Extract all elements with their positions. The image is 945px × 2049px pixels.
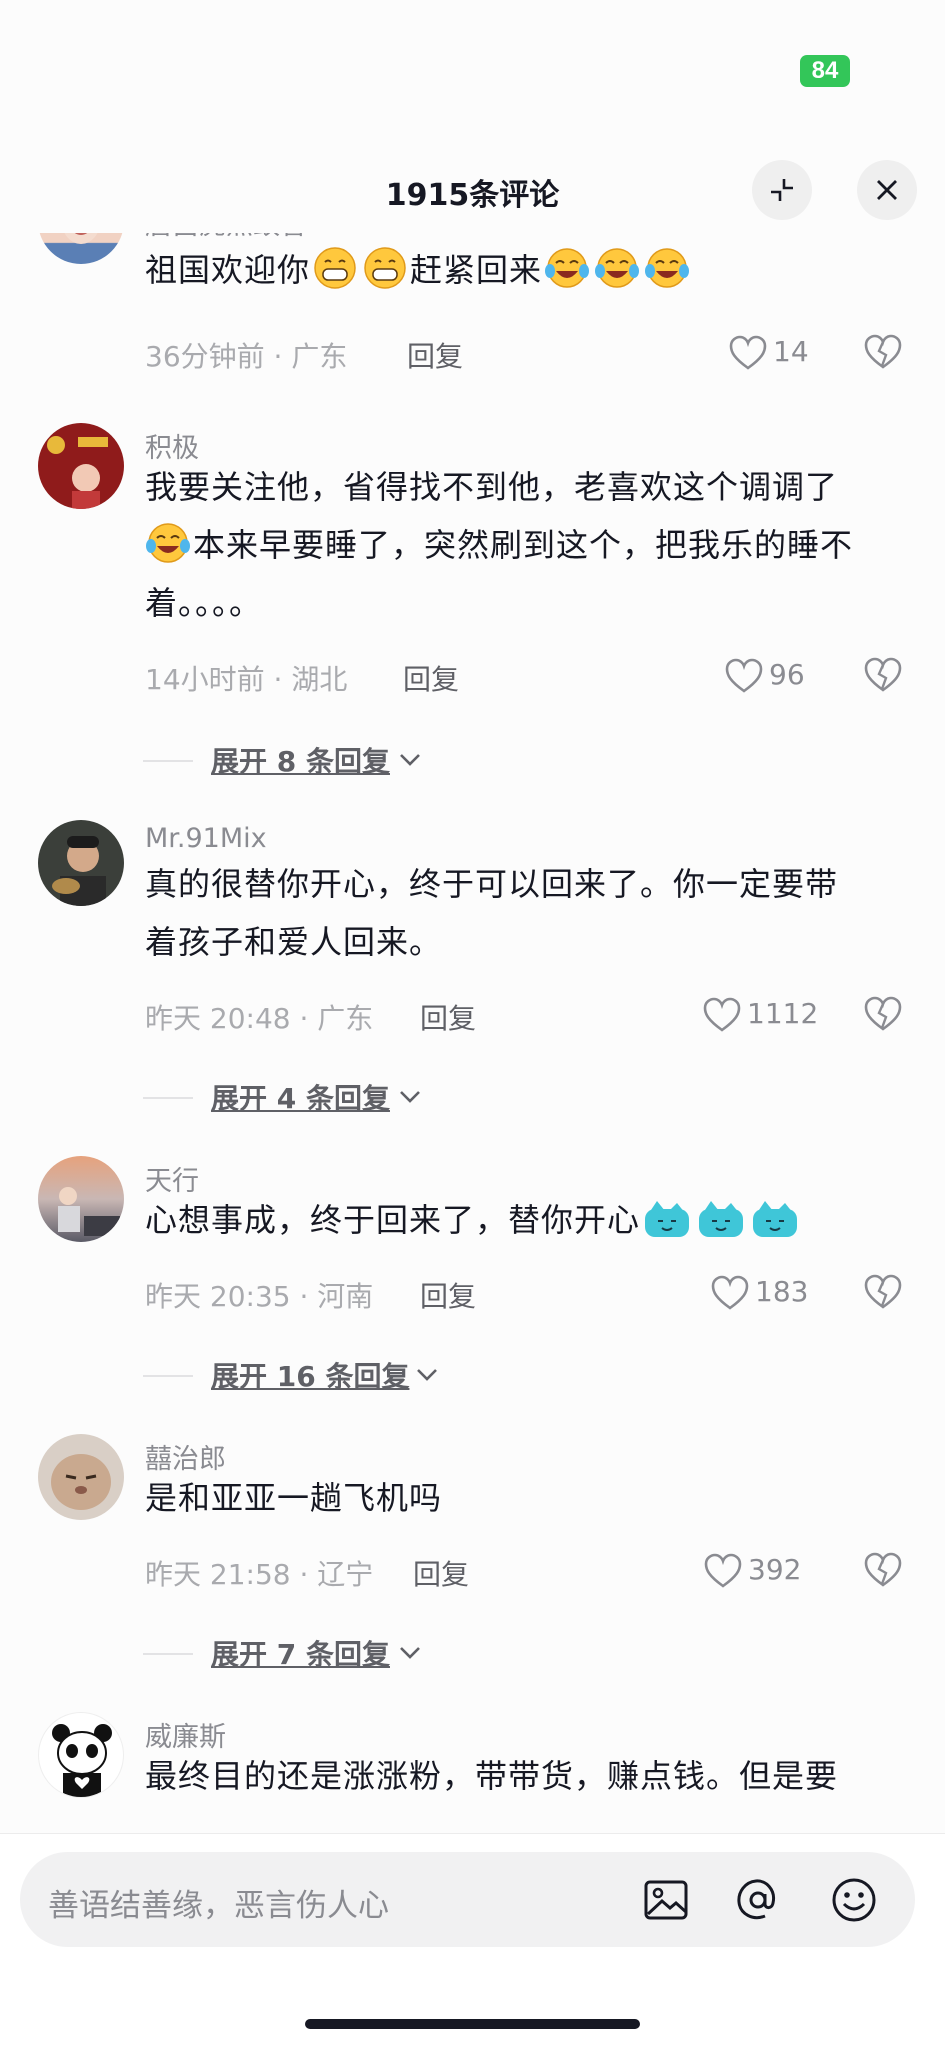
tears-of-joy-emoji-icon: [545, 248, 590, 288]
like-count: 1112: [747, 997, 819, 1030]
image-icon[interactable]: [640, 1874, 692, 1926]
expand-replies-button[interactable]: 展开 4 条回复: [143, 1077, 473, 1117]
heart-icon: [704, 1553, 742, 1588]
status-bar: 84: [0, 0, 945, 110]
chevron-down-icon: [400, 1091, 420, 1103]
like-button[interactable]: 183: [711, 1273, 821, 1313]
comment-input[interactable]: 善语结善缘，恶言伤人心: [20, 1852, 915, 1947]
comment-text-line: 本来早要睡了，突然刷到这个，把我乐的睡不: [145, 516, 905, 574]
tears-of-joy-emoji-icon: [146, 523, 190, 563]
avatar[interactable]: [38, 1712, 124, 1798]
broken-heart-icon[interactable]: [864, 333, 902, 371]
reply-button[interactable]: 回复: [403, 658, 459, 698]
comment-input-bar: 善语结善缘，恶言伤人心: [0, 1833, 945, 2049]
heart-icon: [725, 658, 763, 693]
comment-text-line: 着。。。。: [145, 584, 263, 622]
comment-text-part: 祖国欢迎你: [145, 251, 311, 289]
at-icon[interactable]: [732, 1874, 784, 1926]
comment-text: 最终目的还是涨涨粉，带带货，赚点钱。但是要: [145, 1747, 905, 1805]
comment-meta: 14小时前 · 湖北: [145, 663, 348, 696]
reply-button[interactable]: 回复: [413, 1553, 469, 1593]
like-count: 392: [748, 1553, 802, 1586]
like-button[interactable]: 14: [729, 333, 829, 373]
expand-replies-button[interactable]: 展开 7 条回复: [143, 1633, 473, 1673]
comment-meta: 昨天 21:58 · 辽宁: [145, 1558, 374, 1591]
avatar[interactable]: [38, 423, 124, 509]
grin-emoji-icon: [314, 247, 356, 289]
comment-text-line: 是和亚亚一趟飞机吗: [145, 1479, 443, 1517]
like-button[interactable]: 1112: [703, 995, 833, 1035]
collapse-icon: [771, 179, 793, 201]
tears-of-joy-emoji-icon: [645, 248, 690, 288]
collapse-button[interactable]: [752, 160, 812, 220]
expand-replies-label: 展开 8 条回复: [211, 745, 390, 778]
grin-emoji-icon: [364, 247, 406, 289]
chevron-down-icon: [400, 754, 420, 766]
battery-indicator: 84: [800, 55, 850, 87]
comment-text: 我要关注他，省得找不到他，老喜欢这个调调了 本来早要睡了，突然刷到这个，把我乐的…: [145, 458, 905, 632]
comment-meta: 36分钟前 · 广东: [145, 340, 348, 373]
divider: [143, 760, 193, 762]
reply-button[interactable]: 回复: [420, 997, 476, 1037]
comment-text-line: 我要关注他，省得找不到他，老喜欢这个调调了: [145, 468, 839, 506]
expand-replies-label: 展开 7 条回复: [211, 1638, 390, 1671]
comment-text-line: 最终目的还是涨涨粉，带带货，赚点钱。但是要: [145, 1757, 839, 1795]
reply-button[interactable]: 回复: [407, 335, 463, 375]
like-button[interactable]: 392: [704, 1551, 824, 1591]
broken-heart-icon[interactable]: [864, 995, 902, 1033]
comment-meta: 昨天 20:48 · 广东: [145, 1002, 374, 1035]
reply-button[interactable]: 回复: [420, 1275, 476, 1315]
comment-text-part: 本来早要睡了，突然刷到这个，把我乐的睡不: [193, 526, 854, 564]
comment-list[interactable]: 唐吕虎点蚊香 祖国欢迎你赶紧回来 36分钟前 · 广东 回复 14 积极 我要关…: [0, 233, 945, 1833]
like-count: 96: [769, 658, 805, 691]
heart-icon: [729, 335, 767, 370]
comment-text: 是和亚亚一趟飞机吗: [145, 1469, 905, 1527]
chevron-down-icon: [417, 1369, 437, 1381]
heart-icon: [703, 997, 741, 1032]
home-indicator[interactable]: [305, 2019, 640, 2029]
avatar[interactable]: [38, 1156, 124, 1242]
comments-header: 1915条评论: [0, 150, 945, 230]
expand-replies-label: 展开 4 条回复: [211, 1082, 390, 1115]
like-button[interactable]: 96: [725, 656, 825, 696]
comment-text-line: 真的很替你开心，终于可以回来了。你一定要带: [145, 865, 839, 903]
avatar[interactable]: [38, 1434, 124, 1520]
input-placeholder: 善语结善缘，恶言伤人心: [48, 1888, 389, 1924]
comment-username[interactable]: Mr.91Mix: [145, 823, 267, 854]
like-count: 14: [773, 335, 809, 368]
divider: [143, 1375, 193, 1377]
expand-replies-button[interactable]: 展开 8 条回复: [143, 740, 473, 780]
avatar[interactable]: [38, 820, 124, 906]
close-icon: [877, 180, 897, 200]
comment-text: 真的很替你开心，终于可以回来了。你一定要带 着孩子和爱人回来。: [145, 855, 905, 971]
comment-text-part: 心想事成，终于回来了，替你开心: [145, 1201, 641, 1239]
comment-text-line: 着孩子和爱人回来。: [145, 923, 443, 961]
divider: [143, 1097, 193, 1099]
chevron-down-icon: [400, 1647, 420, 1659]
tears-of-joy-emoji-icon: [595, 248, 640, 288]
avatar[interactable]: [38, 233, 124, 264]
comment-text: 祖国欢迎你 赶紧回来: [145, 241, 905, 299]
blue-smile-emoji-icon: [753, 1201, 798, 1237]
emoji-icon[interactable]: [828, 1874, 880, 1926]
like-count: 183: [755, 1275, 809, 1308]
comment-text: 心想事成，终于回来了，替你开心: [145, 1191, 905, 1249]
heart-icon: [711, 1275, 749, 1310]
comment-text-part: 赶紧回来: [410, 251, 543, 289]
expand-replies-label: 展开 16 条回复: [211, 1360, 410, 1393]
blue-smile-emoji-icon: [699, 1201, 744, 1237]
expand-replies-button[interactable]: 展开 16 条回复: [143, 1355, 483, 1395]
blue-smile-emoji-icon: [645, 1201, 690, 1237]
divider: [143, 1653, 193, 1655]
close-button[interactable]: [857, 160, 917, 220]
comment-meta: 昨天 20:35 · 河南: [145, 1280, 374, 1313]
broken-heart-icon[interactable]: [864, 1551, 902, 1589]
broken-heart-icon[interactable]: [864, 656, 902, 694]
broken-heart-icon[interactable]: [864, 1273, 902, 1311]
